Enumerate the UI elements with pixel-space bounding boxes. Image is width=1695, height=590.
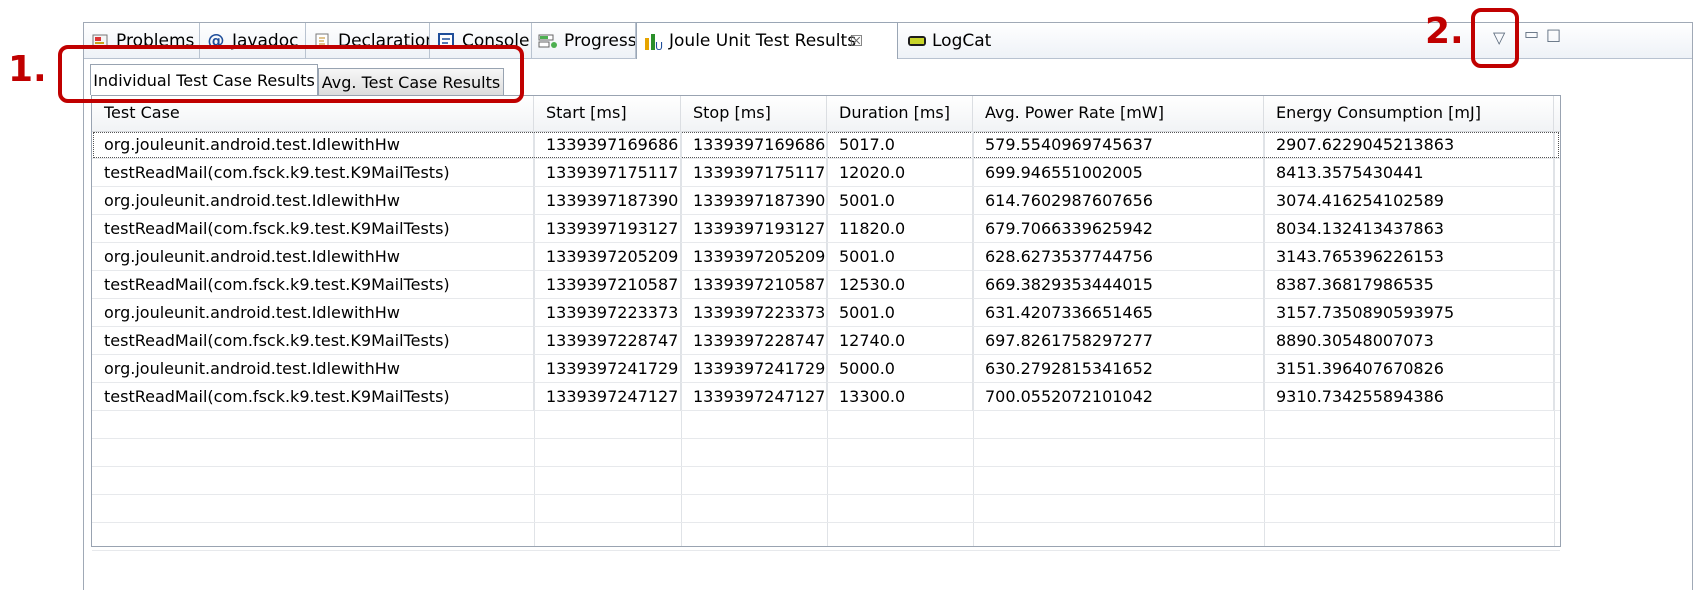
cell-energy-consumption: 8890.30548007073 <box>1264 327 1554 355</box>
table-row[interactable]: org.jouleunit.android.test.IdlewithHw 133… <box>92 355 1560 383</box>
cell-avg-power-rate: 614.7602987607656 <box>973 187 1264 215</box>
joule-unit-icon: U <box>643 31 663 52</box>
column-header-energy-consumption[interactable]: Energy Consumption [mJ] <box>1264 96 1554 131</box>
cell-stop: 1339397169686 <box>681 131 827 159</box>
annotation-label-2: 2. <box>1425 11 1464 52</box>
cell-test-case: org.jouleunit.android.test.IdlewithHw <box>92 299 534 327</box>
column-header-stop[interactable]: Stop [ms] <box>681 96 827 131</box>
cell-start: 1339397175117 <box>534 159 681 187</box>
cell-stop: 1339397247127 <box>681 383 827 411</box>
cell-test-case: testReadMail(com.fsck.k9.test.K9MailTest… <box>92 215 534 243</box>
cell-energy-consumption: 3074.416254102589 <box>1264 187 1554 215</box>
tab-progress[interactable]: Progress <box>532 23 636 58</box>
empty-table-row <box>92 439 1560 467</box>
cell-stop: 1339397205209 <box>681 243 827 271</box>
tab-label: Progress <box>564 30 636 51</box>
cell-duration: 5001.0 <box>827 243 973 271</box>
cell-test-case: testReadMail(com.fsck.k9.test.K9MailTest… <box>92 271 534 299</box>
cell-avg-power-rate: 631.4207336651465 <box>973 299 1264 327</box>
tab-joule-unit-test-results[interactable]: U Joule Unit Test Results ☒ <box>636 22 898 59</box>
table-row[interactable]: testReadMail(com.fsck.k9.test.K9MailTest… <box>92 215 1560 243</box>
cell-avg-power-rate: 699.946551002005 <box>973 159 1264 187</box>
cell-duration: 13300.0 <box>827 383 973 411</box>
cell-duration: 5001.0 <box>827 299 973 327</box>
table-row[interactable]: testReadMail(com.fsck.k9.test.K9MailTest… <box>92 271 1560 299</box>
cell-energy-consumption: 9310.734255894386 <box>1264 383 1554 411</box>
cell-duration: 12740.0 <box>827 327 973 355</box>
table-row[interactable]: org.jouleunit.android.test.IdlewithHw 133… <box>92 299 1560 327</box>
table-row[interactable]: testReadMail(com.fsck.k9.test.K9MailTest… <box>92 383 1560 411</box>
cell-start: 1339397169686 <box>534 131 681 159</box>
cell-avg-power-rate: 630.2792815341652 <box>973 355 1264 383</box>
cell-start: 1339397193127 <box>534 215 681 243</box>
cell-test-case: testReadMail(com.fsck.k9.test.K9MailTest… <box>92 159 534 187</box>
cell-avg-power-rate: 628.6273537744756 <box>973 243 1264 271</box>
annotation-label-1: 1. <box>8 49 47 90</box>
cell-energy-consumption: 3157.7350890593975 <box>1264 299 1554 327</box>
column-header-avg-power-rate[interactable]: Avg. Power Rate [mW] <box>973 96 1264 131</box>
cell-test-case: testReadMail(com.fsck.k9.test.K9MailTest… <box>92 327 534 355</box>
cell-start: 1339397223373 <box>534 299 681 327</box>
column-header-start[interactable]: Start [ms] <box>534 96 681 131</box>
close-icon[interactable]: ☒ <box>850 32 863 50</box>
cell-avg-power-rate: 697.8261758297277 <box>973 327 1264 355</box>
cell-energy-consumption: 8387.36817986535 <box>1264 271 1554 299</box>
cell-duration: 11820.0 <box>827 215 973 243</box>
cell-test-case: org.jouleunit.android.test.IdlewithHw <box>92 243 534 271</box>
cell-avg-power-rate: 700.0552072101042 <box>973 383 1264 411</box>
progress-icon <box>538 31 558 51</box>
cell-avg-power-rate: 669.3829353444015 <box>973 271 1264 299</box>
cell-energy-consumption: 8413.3575430441 <box>1264 159 1554 187</box>
cell-start: 1339397228747 <box>534 327 681 355</box>
cell-stop: 1339397210587 <box>681 271 827 299</box>
results-table: Test Case Start [ms] Stop [ms] Duration … <box>91 95 1561 551</box>
cell-duration: 5001.0 <box>827 187 973 215</box>
cell-test-case: testReadMail(com.fsck.k9.test.K9MailTest… <box>92 383 534 411</box>
cell-stop: 1339397175117 <box>681 159 827 187</box>
cell-avg-power-rate: 579.5540969745637 <box>973 131 1264 159</box>
cell-duration: 5017.0 <box>827 131 973 159</box>
cell-stop: 1339397193127 <box>681 215 827 243</box>
tab-label: Joule Unit Test Results <box>669 31 857 51</box>
empty-table-row <box>92 467 1560 495</box>
svg-text:U: U <box>655 40 663 52</box>
cell-duration: 5000.0 <box>827 355 973 383</box>
cell-test-case: org.jouleunit.android.test.IdlewithHw <box>92 187 534 215</box>
cell-stop: 1339397228747 <box>681 327 827 355</box>
tab-label: LogCat <box>932 30 992 51</box>
tab-logcat[interactable]: LogCat <box>900 23 1010 58</box>
annotation-box-1 <box>58 45 524 103</box>
maximize-icon[interactable]: □ <box>1546 25 1561 44</box>
cell-stop: 1339397241729 <box>681 355 827 383</box>
table-row[interactable]: org.jouleunit.android.test.IdlewithHw 133… <box>92 187 1560 215</box>
cell-stop: 1339397187390 <box>681 187 827 215</box>
cell-start: 1339397210587 <box>534 271 681 299</box>
minimize-icon[interactable]: ▭ <box>1524 24 1539 43</box>
empty-table-row <box>92 495 1560 523</box>
cell-energy-consumption: 8034.132413437863 <box>1264 215 1554 243</box>
android-logcat-icon <box>906 31 926 51</box>
cell-energy-consumption: 3151.396407670826 <box>1264 355 1554 383</box>
cell-energy-consumption: 3143.765396226153 <box>1264 243 1554 271</box>
empty-table-row <box>92 411 1560 439</box>
cell-test-case: org.jouleunit.android.test.IdlewithHw <box>92 355 534 383</box>
cell-duration: 12530.0 <box>827 271 973 299</box>
table-row[interactable]: org.jouleunit.android.test.IdlewithHw 133… <box>92 243 1560 271</box>
cell-energy-consumption: 2907.6229045213863 <box>1264 131 1554 159</box>
table-row[interactable]: testReadMail(com.fsck.k9.test.K9MailTest… <box>92 159 1560 187</box>
cell-test-case: org.jouleunit.android.test.IdlewithHw <box>92 131 534 159</box>
cell-start: 1339397205209 <box>534 243 681 271</box>
annotation-box-2 <box>1471 8 1519 68</box>
column-header-duration[interactable]: Duration [ms] <box>827 96 973 131</box>
table-row[interactable]: org.jouleunit.android.test.IdlewithHw 133… <box>92 131 1560 159</box>
cell-start: 1339397241729 <box>534 355 681 383</box>
cell-start: 1339397247127 <box>534 383 681 411</box>
cell-start: 1339397187390 <box>534 187 681 215</box>
cell-stop: 1339397223373 <box>681 299 827 327</box>
cell-duration: 12020.0 <box>827 159 973 187</box>
table-row[interactable]: testReadMail(com.fsck.k9.test.K9MailTest… <box>92 327 1560 355</box>
empty-table-row <box>92 523 1560 551</box>
cell-avg-power-rate: 679.7066339625942 <box>973 215 1264 243</box>
